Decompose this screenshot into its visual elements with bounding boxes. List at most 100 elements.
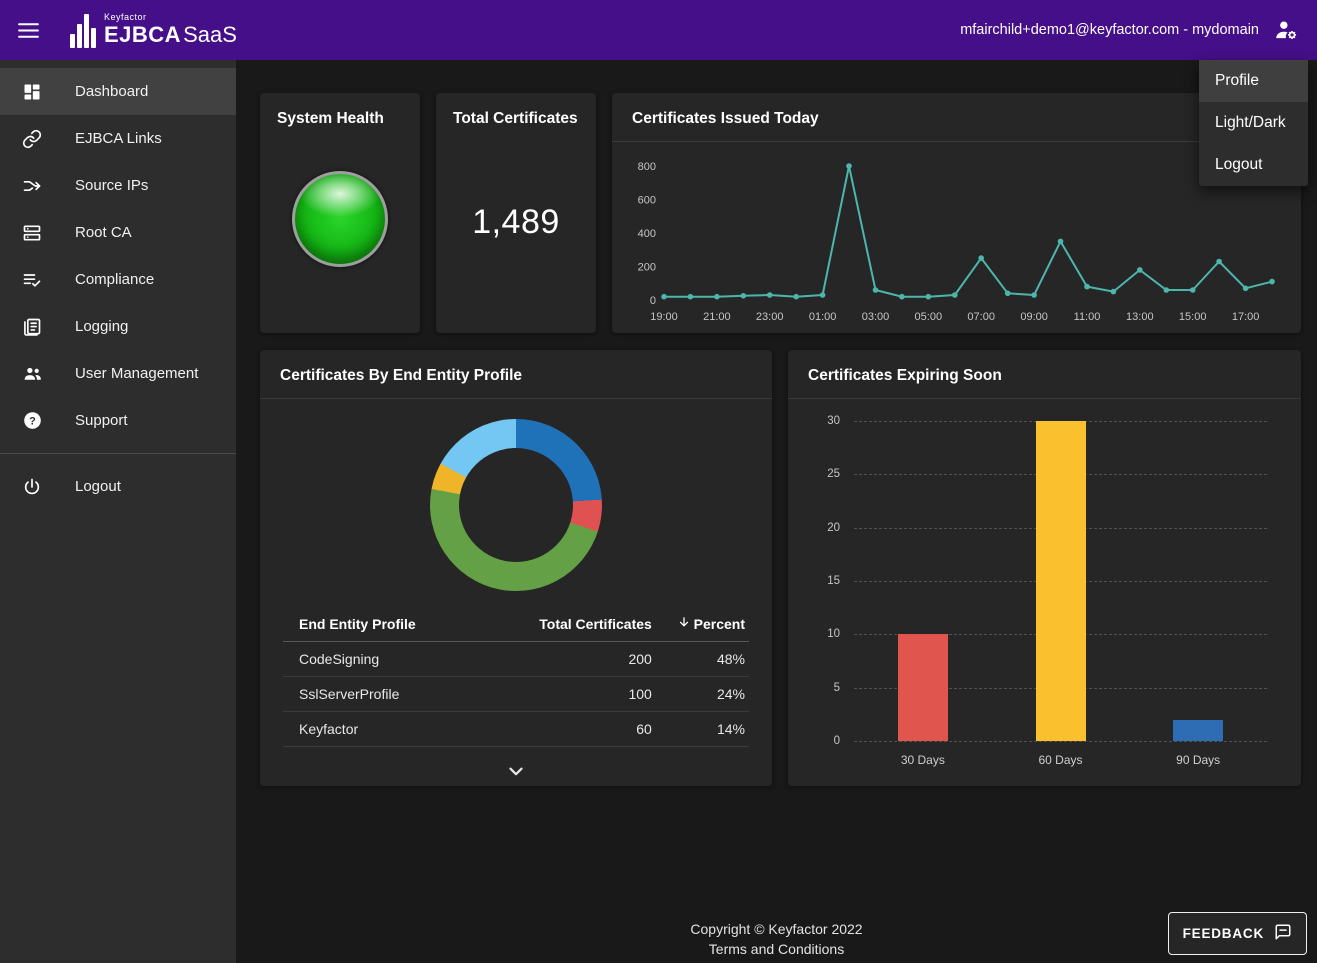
svg-text:15:00: 15:00 [1179,311,1207,323]
svg-text:09:00: 09:00 [1020,311,1048,323]
y-tick-label: 15 [827,575,840,587]
sidebar-item-user-management[interactable]: User Management [0,350,236,397]
y-tick-label: 10 [827,628,840,640]
sidebar-item-label: Support [75,412,128,429]
column-header-percent[interactable]: Percent [656,607,749,642]
user-account-label: mfairchild+demo1@keyfactor.com - mydomai… [960,22,1259,38]
system-health-card: System Health [260,93,420,333]
brand-keyfactor: Keyfactor [104,13,237,22]
sidebar-item-source-ips[interactable]: Source IPs [0,162,236,209]
sidebar-item-compliance[interactable]: Compliance [0,256,236,303]
bar-90-days [1173,720,1223,741]
x-tick-label: 60 Days [1038,753,1082,767]
svg-text:05:00: 05:00 [915,311,943,323]
svg-text:0: 0 [650,295,656,307]
hamburger-menu-icon[interactable] [0,0,56,60]
svg-text:01:00: 01:00 [809,311,837,323]
card-title: Total Certificates [436,93,596,141]
table-row[interactable]: Keyfactor 60 14% [283,712,749,747]
table-row[interactable]: SslServerProfile 100 24% [283,677,749,712]
sidebar-item-logging[interactable]: Logging [0,303,236,350]
svg-text:13:00: 13:00 [1126,311,1154,323]
main-content: System Health Total Certificates 1,489 C… [236,60,1317,963]
user-menu-item-profile[interactable]: Profile [1199,60,1308,102]
feedback-button[interactable]: FEEDBACK [1168,912,1307,955]
sidebar-item-root-ca[interactable]: Root CA [0,209,236,256]
y-tick-label: 0 [834,735,840,747]
sidebar-item-logout[interactable]: Logout [0,463,236,510]
total-certificates-value: 1,489 [436,203,596,242]
sidebar-item-label: Root CA [75,224,132,241]
gridline [854,741,1267,742]
svg-text:07:00: 07:00 [967,311,995,323]
svg-text:800: 800 [638,161,656,173]
expiring-bar-chart: 051015202530 30 Days60 Days90 Days [810,421,1277,793]
card-title: Certificates By End Entity Profile [260,350,772,399]
table-row[interactable]: CodeSigning 200 48% [283,642,749,677]
user-settings-icon[interactable] [1273,17,1299,43]
svg-text:23:00: 23:00 [756,311,784,323]
sidebar-item-support[interactable]: ? Support [0,397,236,444]
svg-text:17:00: 17:00 [1232,311,1260,323]
svg-text:?: ? [29,415,36,427]
feedback-label: FEEDBACK [1183,926,1264,941]
sidebar-item-label: User Management [75,365,198,382]
total-certificates-card: Total Certificates 1,489 [436,93,596,333]
svg-text:400: 400 [638,228,656,240]
y-tick-label: 30 [827,415,840,427]
system-health-status-light [292,171,388,267]
certificates-issued-today-card: Certificates Issued Today 0 200 400 600 800 1… [612,93,1301,333]
card-title: Certificates Issued Today [612,93,1301,142]
sidebar-item-label: EJBCA Links [75,130,162,147]
sidebar-item-label: Dashboard [75,83,148,100]
y-tick-label: 20 [827,522,840,534]
column-header-total[interactable]: Total Certificates [497,607,655,642]
brand-suffix: SaaS [183,22,237,47]
logging-icon [21,316,43,338]
expand-table-button[interactable] [505,760,527,785]
root-ca-icon [21,222,43,244]
sort-arrow-down-icon [677,615,691,632]
card-title: Certificates Expiring Soon [788,350,1301,399]
certificates-expiring-card: Certificates Expiring Soon 051015202530 … [788,350,1301,786]
footer: Copyright © Keyfactor 2022 Terms and Con… [236,921,1317,963]
y-tick-label: 25 [827,468,840,480]
keyfactor-logo: Keyfactor EJBCASaaS [70,12,237,48]
certificates-by-profile-card: Certificates By End Entity Profile End E… [260,350,772,786]
bar-chart-plot [854,421,1267,741]
compliance-icon [21,269,43,291]
users-icon [21,363,43,385]
support-icon: ? [21,410,43,432]
sidebar: Dashboard EJBCA Links Source IPs Root CA… [0,60,236,963]
bar-60-days [1036,421,1086,741]
terms-and-conditions-link[interactable]: Terms and Conditions [236,941,1317,957]
sidebar-item-label: Logout [75,478,121,495]
sidebar-item-dashboard[interactable]: Dashboard [0,68,236,115]
donut-hole [459,448,573,562]
column-header-profile[interactable]: End Entity Profile [283,607,497,642]
dashboard-icon [21,81,43,103]
svg-text:19:00: 19:00 [650,311,678,323]
card-title: System Health [260,93,420,141]
svg-text:200: 200 [638,262,656,274]
sidebar-item-label: Compliance [75,271,154,288]
keyfactor-logo-icon [70,12,96,48]
link-icon [21,128,43,150]
sidebar-item-label: Source IPs [75,177,148,194]
sidebar-divider [0,453,236,454]
profile-donut-chart [430,419,602,591]
bar-30-days [898,634,948,741]
user-menu-item-logout[interactable]: Logout [1199,144,1308,186]
power-icon [21,476,43,498]
sidebar-item-label: Logging [75,318,128,335]
user-menu: Profile Light/Dark Logout [1199,60,1308,186]
user-menu-item-light-dark[interactable]: Light/Dark [1199,102,1308,144]
chevron-down-icon [505,770,527,785]
x-tick-label: 30 Days [901,753,945,767]
brand-product: EJBCA [104,22,181,47]
x-tick-label: 90 Days [1176,753,1220,767]
svg-text:600: 600 [638,195,656,207]
sidebar-item-ejbca-links[interactable]: EJBCA Links [0,115,236,162]
svg-text:03:00: 03:00 [862,311,890,323]
source-ips-icon [21,175,43,197]
